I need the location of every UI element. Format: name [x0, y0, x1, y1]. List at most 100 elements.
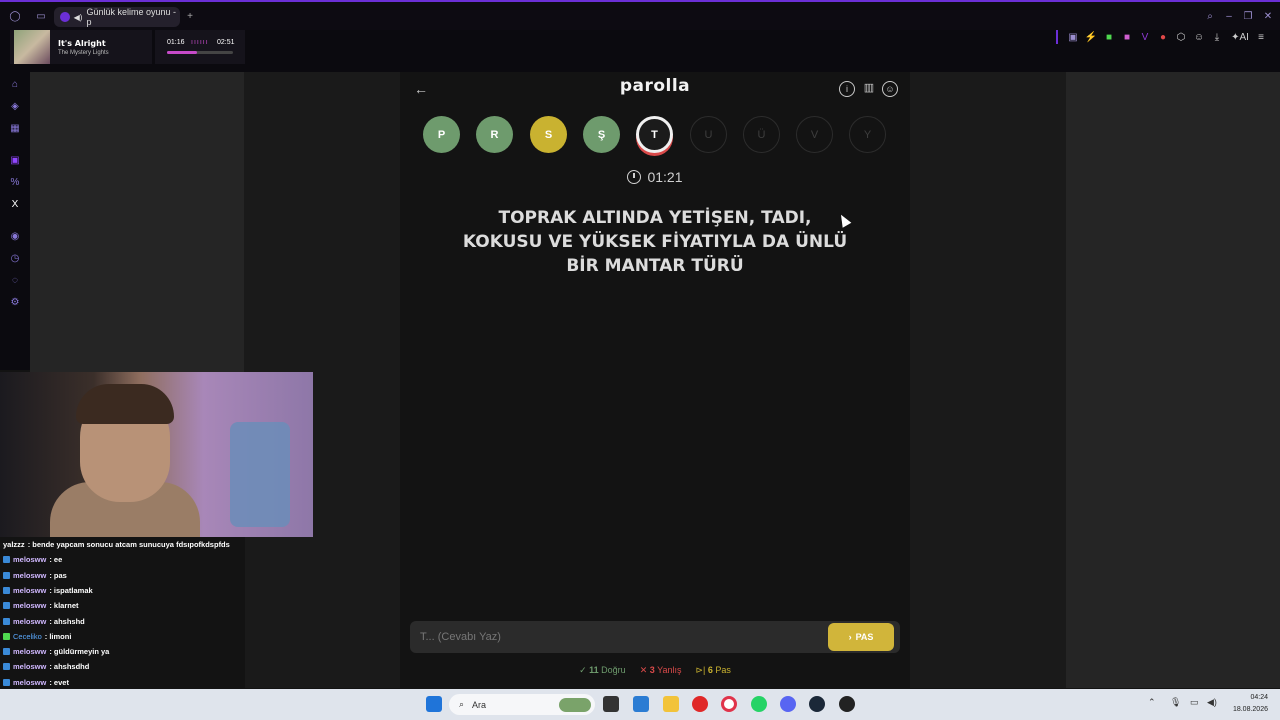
profile-icon[interactable]: ☺: [1192, 30, 1206, 44]
play-circle-icon[interactable]: ◉: [9, 230, 21, 242]
discord-icon[interactable]: [780, 696, 796, 712]
history-icon[interactable]: ◷: [9, 252, 21, 264]
hanging-jersey: [230, 422, 290, 527]
twitch-icon[interactable]: ▣: [9, 154, 21, 166]
search-icon: ⌕: [459, 699, 465, 709]
adblock-icon[interactable]: ●: [1156, 30, 1170, 44]
puzzle-icon[interactable]: ⬡: [1174, 30, 1188, 44]
stats-icon[interactable]: ▥: [861, 81, 877, 97]
track-artist: The Mystery Lights: [58, 49, 109, 56]
chat-text: : limoni: [44, 631, 72, 641]
wrong-count: 3: [649, 665, 655, 675]
chat-username[interactable]: melosww: [13, 678, 46, 687]
extension-icon[interactable]: ⚡: [1084, 30, 1098, 44]
track-title: It's Alright: [58, 38, 106, 48]
taskbar-search[interactable]: ⌕ Ara: [449, 694, 595, 715]
player-progress[interactable]: [167, 51, 233, 54]
chat-username[interactable]: yalzzz: [3, 540, 25, 549]
answer-form: › PAS: [410, 621, 900, 653]
chat-username[interactable]: melosww: [13, 617, 46, 626]
extension-icon[interactable]: ■: [1120, 30, 1134, 44]
letter-circle-correct: Ş: [583, 116, 620, 153]
tab-overview-icon[interactable]: ▭: [34, 9, 48, 23]
extension-icon[interactable]: ▣: [1066, 30, 1080, 44]
search-icon[interactable]: ⌕: [1203, 9, 1217, 23]
chat-message: melosww : ahshsdhd: [3, 662, 89, 671]
letter-circle-pending: Y: [849, 116, 886, 153]
chat-text: : ee: [49, 555, 63, 565]
whatsapp-icon[interactable]: [751, 696, 767, 712]
tab-favicon-icon: [60, 12, 70, 22]
browser-tab-active[interactable]: ◀) Günlük kelime oyunu - p: [54, 7, 180, 27]
network-icon[interactable]: ▭: [1190, 697, 1199, 708]
score-stats: ✓ 11 Doğru ✕ 3 Yanlış ⊳| 6 Pas: [400, 665, 910, 676]
media-player-icon[interactable]: [692, 696, 708, 712]
right-margin: [910, 72, 1066, 688]
chat-username[interactable]: melosww: [13, 601, 46, 610]
chat-message: yalzzz : bende yapcam sonucu atcam sunuc…: [3, 540, 230, 549]
chat-badge-icon: [3, 617, 10, 625]
volume-icon[interactable]: ◀): [1207, 697, 1217, 708]
tray-chevron-icon[interactable]: ⌃: [1148, 697, 1156, 708]
clock-icon: [627, 170, 642, 184]
file-explorer-icon[interactable]: [663, 696, 679, 712]
chat-username[interactable]: melosww: [13, 647, 46, 656]
ai-icon[interactable]: ✦AI: [1230, 30, 1250, 44]
chat-text: : ahshsdhd: [49, 662, 90, 672]
user-icon[interactable]: ☺: [882, 81, 898, 97]
chat-username[interactable]: melosww: [13, 586, 46, 595]
microphone-icon[interactable]: 🎙: [1170, 697, 1181, 708]
chat-username[interactable]: melosww: [13, 571, 46, 580]
skip-icon: ⊳|: [695, 665, 706, 675]
menu-icon[interactable]: ≡: [1254, 30, 1268, 44]
restore-icon[interactable]: ❐: [1241, 9, 1255, 23]
steam-icon[interactable]: [809, 696, 825, 712]
windows-start-icon[interactable]: [426, 696, 442, 712]
chat-username[interactable]: Ceceliko: [13, 632, 42, 641]
opera-gx-icon[interactable]: [721, 696, 737, 712]
pass-button[interactable]: › PAS: [828, 623, 894, 651]
answer-input[interactable]: [420, 627, 820, 647]
equalizer-icon: ıııııı: [191, 39, 209, 46]
player-icon[interactable]: ▦: [9, 122, 21, 134]
chat-message: melosww : güldürmeyin ya: [3, 647, 109, 656]
outlook-icon[interactable]: [633, 696, 649, 712]
letter-circle-current: T: [636, 116, 673, 153]
clock-date: 18.08.2026: [1232, 706, 1268, 713]
chat-text: : güldürmeyin ya: [49, 647, 110, 657]
elapsed-time: 01:16: [167, 39, 185, 46]
shopping-icon[interactable]: ⌂: [9, 78, 21, 90]
percent-icon[interactable]: %: [9, 176, 21, 188]
pass-button-label: PAS: [855, 632, 874, 642]
extension-icon[interactable]: ■: [1102, 30, 1116, 44]
chat-message: melosww : klarnet: [3, 601, 79, 610]
messenger-icon[interactable]: ◈: [9, 100, 21, 112]
brand-logo: parolla: [619, 76, 691, 96]
taskbar-search-label: Ara: [472, 699, 487, 710]
new-tab-icon[interactable]: +: [183, 9, 197, 23]
pass-label: Pas: [715, 665, 731, 675]
minimize-icon[interactable]: –: [1222, 9, 1236, 23]
music-player[interactable]: It's Alright The Mystery Lights: [10, 30, 152, 64]
app-icon[interactable]: [839, 696, 855, 712]
close-icon[interactable]: ✕: [1261, 9, 1275, 23]
chat-username[interactable]: melosww: [13, 662, 46, 671]
download-icon[interactable]: ⤓: [1210, 30, 1224, 44]
chat-message: melosww : ahshshd: [3, 617, 85, 626]
chat-message: melosww : pas: [3, 571, 67, 580]
correct-count: 11: [589, 665, 599, 675]
info-icon[interactable]: i: [839, 81, 855, 97]
chat-text: : klarnet: [49, 601, 79, 611]
settings-icon[interactable]: ⚙: [9, 296, 21, 308]
extension-icon[interactable]: V: [1138, 30, 1152, 44]
task-view-icon[interactable]: [603, 696, 619, 712]
timer-value: 01:21: [647, 169, 683, 185]
opera-logo-icon[interactable]: ◯: [8, 9, 22, 23]
x-icon[interactable]: X: [9, 198, 21, 210]
chat-username[interactable]: melosww: [13, 555, 46, 564]
chat-message: melosww : ee: [3, 555, 62, 564]
chat-icon[interactable]: ◌: [9, 274, 21, 286]
question-text: TOPRAK ALTINDA YETİŞEN, TADI, KOKUSU VE …: [462, 208, 848, 276]
chat-badge-icon: [3, 556, 10, 564]
clock[interactable]: 04:24 18.08.2026: [1222, 692, 1268, 716]
